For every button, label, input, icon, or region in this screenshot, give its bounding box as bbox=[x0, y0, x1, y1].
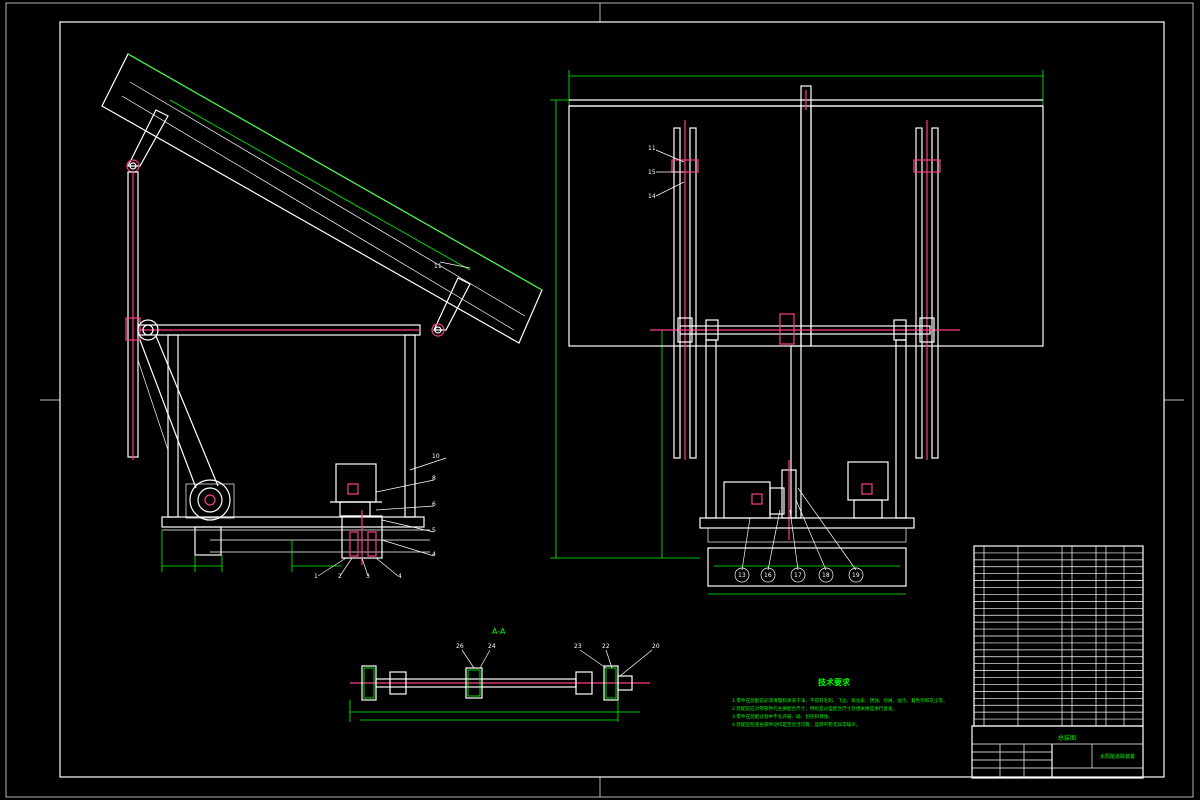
callout-14: 14 bbox=[648, 193, 656, 200]
technical-requirements: 技术要求 1.零件在装配前必须清理和清洗干净，不得有毛刺、飞边、氧化皮、锈蚀、切… bbox=[732, 677, 948, 728]
section-callouts: 26 24 23 22 20 bbox=[456, 643, 660, 677]
callout-22: 22 bbox=[602, 643, 610, 650]
title-block: 总装图 太阳能追踪装置 bbox=[971, 725, 1144, 779]
parts-list bbox=[973, 545, 1144, 727]
callout-11f: 11 bbox=[648, 145, 656, 152]
tech-req-item-2: 2.装配前应对零部件的主要配合尺寸，特别是过盈配合尺寸及相关精度进行复查。 bbox=[732, 705, 897, 712]
callout-5: 5 bbox=[432, 527, 436, 534]
callout-8: 8 bbox=[432, 475, 436, 482]
callout-15: 15 bbox=[648, 169, 656, 176]
drawing-name: 太阳能追踪装置 bbox=[1100, 753, 1135, 760]
gear-motor-side bbox=[189, 479, 231, 521]
section-view: A-A bbox=[349, 627, 650, 722]
tech-req-item-4: 4.装配后检查各部件动作是否灵活可靠，运转平稳无异常噪声。 bbox=[732, 721, 860, 728]
front-view bbox=[550, 70, 1044, 595]
section-title: A-A bbox=[492, 627, 506, 636]
callout-6: 6 bbox=[432, 501, 436, 508]
sheet-frame bbox=[5, 2, 1194, 798]
callout-3: 3 bbox=[366, 573, 370, 580]
callout-24: 24 bbox=[488, 643, 496, 650]
callout-17: 17 bbox=[794, 572, 802, 579]
callout-1: 1 bbox=[314, 573, 318, 580]
callout-23: 23 bbox=[574, 643, 582, 650]
cad-drawing: 10 8 6 5 4 11 1 2 3 4 11 15 14 13 16 17 … bbox=[5, 2, 1194, 798]
callout-panel: 11 bbox=[434, 263, 442, 270]
motor-front-left bbox=[723, 481, 771, 519]
callout-4r: 4 bbox=[432, 551, 436, 558]
solar-panel-side bbox=[101, 53, 543, 344]
tech-req-item-1: 1.零件在装配前必须清理和清洗干净，不得有毛刺、飞边、氧化皮、锈蚀、切屑、油污、… bbox=[732, 697, 948, 704]
side-view bbox=[101, 53, 543, 572]
side-callouts-right: 10 8 6 5 4 11 bbox=[375, 261, 471, 558]
callout-26: 26 bbox=[456, 643, 464, 650]
callout-4: 4 bbox=[398, 573, 402, 580]
callout-20: 20 bbox=[652, 643, 660, 650]
vertical-motor-side bbox=[335, 463, 377, 503]
tech-req-item-3: 3.零件在装配过程中不允许磕、碰、划伤和锈蚀。 bbox=[732, 713, 833, 720]
tech-req-title: 技术要求 bbox=[818, 677, 851, 687]
side-callouts-bottom: 1 2 3 4 bbox=[314, 557, 402, 580]
callout-13: 13 bbox=[738, 572, 746, 579]
callout-19: 19 bbox=[852, 572, 860, 579]
callout-2: 2 bbox=[338, 573, 342, 580]
title-label: 总装图 bbox=[1058, 734, 1076, 742]
callout-18: 18 bbox=[822, 572, 830, 579]
callout-frame: 10 bbox=[432, 453, 440, 460]
callout-16: 16 bbox=[764, 572, 772, 579]
